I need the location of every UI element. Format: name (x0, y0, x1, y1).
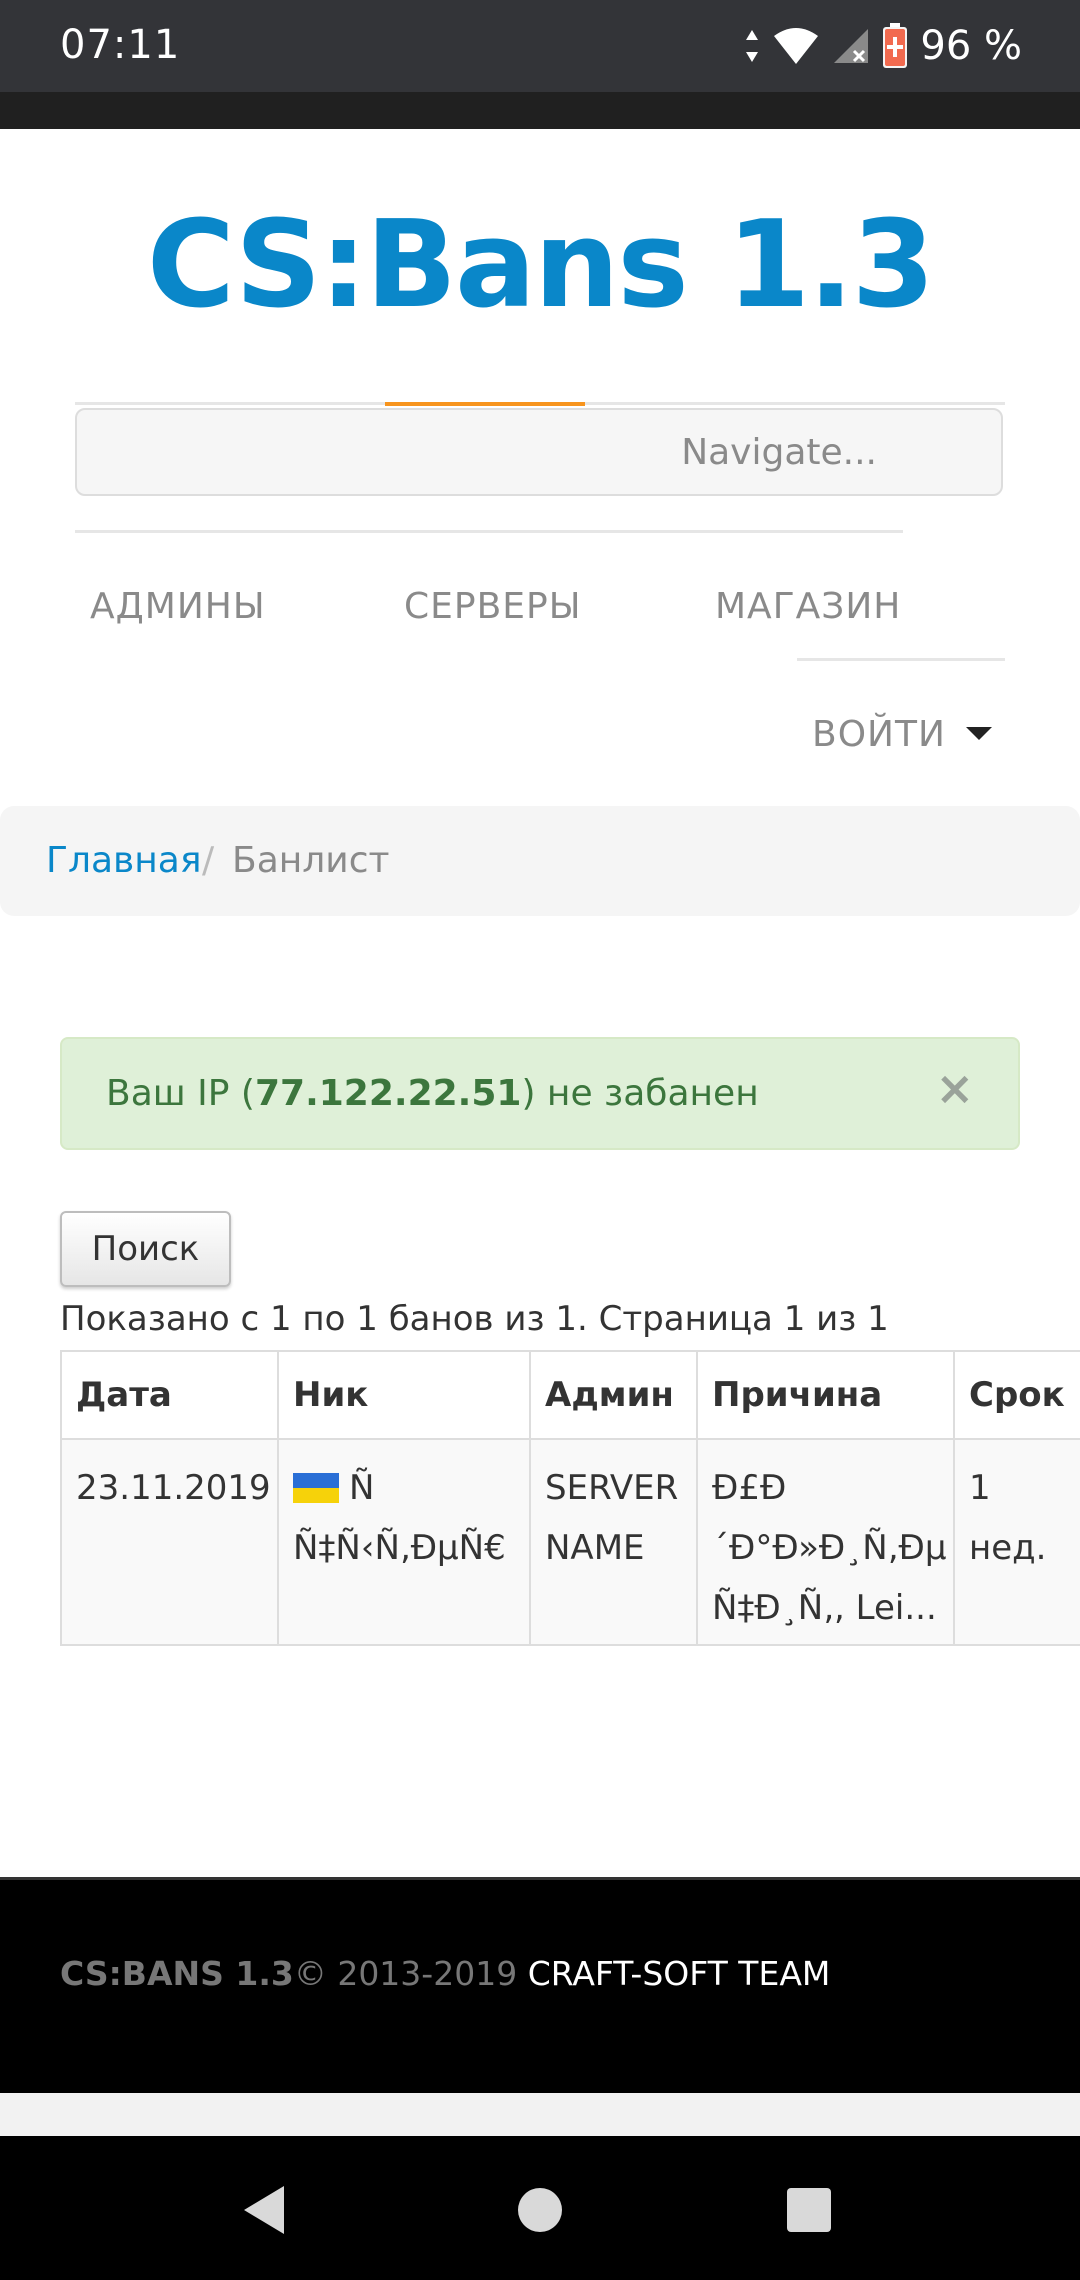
nav-link-shop[interactable]: МАГАЗИН (715, 586, 901, 627)
footer-brand: CS:BANS 1.3 (60, 1954, 294, 1993)
cell-reason: Ð£Ð ´Ð°Ð»Ð¸Ñ‚Ðµ Ñ‡Ð¸Ñ‚, Lei... (696, 1438, 955, 1646)
nav-divider (797, 658, 1005, 661)
cell-date-text: 23.11.2019 (76, 1468, 271, 1508)
nav-divider (75, 530, 903, 533)
nav-link-admins[interactable]: АДМИНЫ (90, 586, 266, 627)
column-header-term[interactable]: Срок (953, 1350, 1080, 1440)
breadcrumb-home-link[interactable]: Главная (46, 840, 202, 881)
term-text-2: нед. (969, 1528, 1047, 1568)
column-header-reason[interactable]: Причина (696, 1350, 955, 1440)
caret-down-icon[interactable] (966, 727, 992, 740)
navigate-placeholder: Navigate... (681, 432, 877, 473)
nav-link-servers[interactable]: СЕРВЕРЫ (404, 586, 582, 627)
breadcrumb-separator: / (202, 840, 215, 881)
login-dropdown[interactable]: ВОЙТИ (812, 714, 946, 755)
footer-text: CS:BANS 1.3© 2013-2019 CRAFT-SOFT TEAM (60, 1954, 830, 1993)
battery-icon (883, 23, 908, 68)
reason-text-3: Ñ‡Ð¸Ñ‚, Lei... (712, 1588, 937, 1628)
column-header-nick[interactable]: Ник (277, 1350, 531, 1440)
close-icon[interactable]: × (935, 1061, 974, 1115)
signal-icon (834, 29, 869, 63)
bans-table: Дата Ник Админ Причина Срок 23.11.2019 Ñ… (60, 1350, 1080, 1646)
cell-admin: SERVER NAME (529, 1438, 698, 1646)
site-title[interactable]: CS:Bans 1.3 (0, 196, 1080, 335)
table-header-row: Дата Ник Админ Причина Срок (60, 1350, 1080, 1440)
nick-text-1: Ñ (349, 1468, 375, 1508)
search-button[interactable]: Поиск (60, 1211, 231, 1287)
status-time: 07:11 (60, 22, 181, 68)
footer: CS:BANS 1.3© 2013-2019 CRAFT-SOFT TEAM (0, 1877, 1080, 2096)
home-icon[interactable] (518, 2188, 562, 2232)
nav-accent-bar (385, 402, 585, 406)
results-summary: Показано с 1 по 1 банов из 1. Страница 1… (60, 1299, 889, 1339)
system-nav-bar (0, 2136, 1080, 2280)
cell-nick-line1: Ñ (293, 1458, 515, 1518)
admin-text-2: NAME (545, 1528, 645, 1568)
breadcrumb-current: Банлист (232, 840, 390, 881)
data-arrows-icon (746, 30, 759, 62)
cell-term: 1 нед. (953, 1438, 1080, 1646)
reason-text-2: ´Ð°Ð»Ð¸Ñ‚Ðµ (712, 1528, 947, 1568)
navigate-select[interactable]: Navigate... (75, 408, 1003, 496)
battery-percent: 96 % (920, 23, 1022, 69)
wifi-icon (774, 28, 819, 64)
back-icon[interactable] (244, 2186, 284, 2234)
status-bar: 07:11 96 % (0, 0, 1080, 92)
bans-table-wrapper[interactable]: Дата Ник Админ Причина Срок 23.11.2019 Ñ… (60, 1350, 1080, 1646)
page-bottom (0, 2093, 1080, 2136)
ip-status-alert: Ваш IP (77.122.22.51) не забанен × (60, 1037, 1020, 1150)
nick-text-2: Ñ‡Ñ‹Ñ‚ÐµÑ€ (293, 1528, 506, 1568)
table-row[interactable]: 23.11.2019 Ñ Ñ‡Ñ‹Ñ‚ÐµÑ€ SERVER NAME Ð£Ð … (60, 1438, 1080, 1646)
reason-text-1: Ð£Ð (712, 1468, 787, 1508)
browser-strip (0, 92, 1080, 129)
alert-ip: 77.122.22.51 (254, 1073, 522, 1114)
column-header-date[interactable]: Дата (60, 1350, 279, 1440)
alert-suffix: ) не забанен (521, 1073, 759, 1114)
column-header-admin[interactable]: Админ (529, 1350, 698, 1440)
alert-prefix: Ваш IP ( (106, 1073, 255, 1114)
breadcrumb: Главная / Банлист (0, 806, 1080, 916)
ukraine-flag-icon (293, 1473, 339, 1503)
recent-apps-icon[interactable] (787, 2188, 831, 2232)
footer-team-link[interactable]: CRAFT-SOFT TEAM (528, 1954, 831, 1993)
alert-text: Ваш IP (77.122.22.51) не забанен (106, 1073, 759, 1114)
footer-copyright: © 2013-2019 (293, 1954, 528, 1993)
cell-date: 23.11.2019 (60, 1438, 279, 1646)
status-icons: 96 % (744, 20, 1022, 72)
admin-text-1: SERVER (545, 1468, 679, 1508)
term-text-1: 1 (969, 1468, 991, 1508)
cell-nick: Ñ Ñ‡Ñ‹Ñ‚ÐµÑ€ (277, 1438, 531, 1646)
